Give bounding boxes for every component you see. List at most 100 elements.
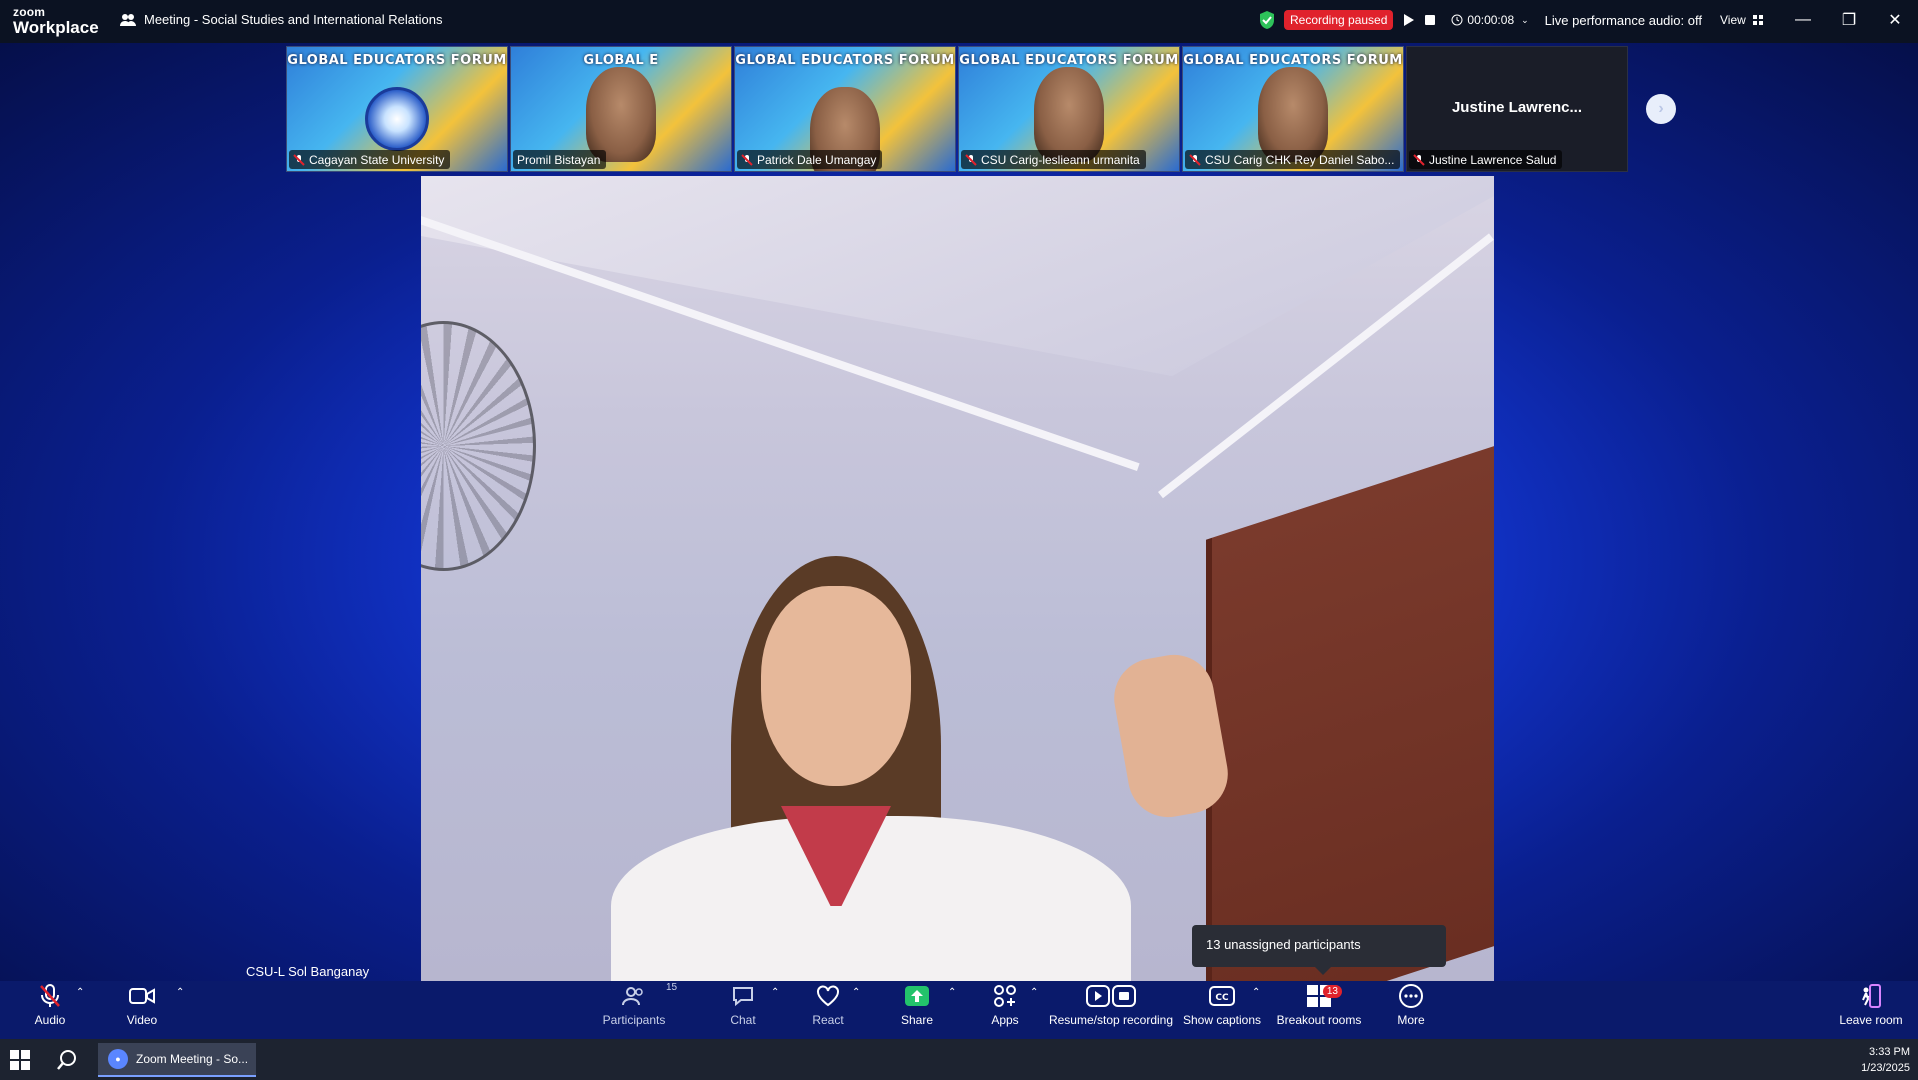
speaker-face [761, 586, 911, 786]
breakout-tooltip: 13 unassigned participants [1192, 925, 1446, 975]
people-icon [120, 13, 136, 26]
recording-controls: Recording paused 00:00:08 ⌄ Live perform… [1258, 9, 1764, 31]
participant-video [586, 67, 656, 162]
mic-off-icon [741, 153, 753, 166]
clock-time: 3:33 PM [1869, 1046, 1910, 1058]
shield-icon[interactable] [1258, 10, 1276, 30]
view-label: View [1719, 13, 1746, 27]
logo-zoom-text: zoom [13, 5, 46, 19]
tile-banner: GLOBAL E [583, 53, 659, 68]
meeting-title: Meeting - Social Studies and Internation… [120, 12, 442, 27]
taskbar-app-label: Zoom Meeting - So... [136, 1052, 249, 1066]
video-button[interactable]: Video [124, 981, 160, 1039]
clock-icon [1451, 14, 1463, 26]
tile-name-bar: Promil Bistayan [513, 150, 607, 169]
participants-count: 15 [666, 982, 678, 993]
heart-icon [817, 985, 839, 1007]
meeting-toolbar: Audio ⌃ Video ⌃ 15 Participants Chat ⌃ R… [0, 981, 1918, 1039]
tile-name-bar: Cagayan State University [289, 150, 451, 169]
main-speaker-video [421, 176, 1494, 981]
chat-caret-icon[interactable]: ⌃ [771, 987, 779, 998]
minimize-button[interactable]: — [1780, 0, 1826, 40]
search-icon[interactable] [56, 1049, 78, 1071]
participant-tile[interactable]: GLOBAL E Promil Bistayan [510, 46, 732, 172]
windows-start-icon[interactable] [10, 1050, 30, 1070]
share-caret-icon[interactable]: ⌃ [948, 987, 956, 998]
svg-text:CC: CC [1215, 993, 1229, 1003]
participant-name: Justine Lawrence Salud [1429, 152, 1557, 167]
video-camera-icon [129, 988, 155, 1004]
participants-icon [622, 987, 643, 1006]
apps-label: Apps [991, 1013, 1019, 1027]
tile-name-bar: Justine Lawrence Salud [1409, 150, 1563, 169]
share-screen-icon [905, 986, 929, 1006]
clock-date: 1/23/2025 [1861, 1062, 1910, 1074]
leave-room-button[interactable]: Leave room [1836, 981, 1906, 1039]
react-label: React [812, 1013, 844, 1027]
apps-caret-icon[interactable]: ⌃ [1030, 987, 1038, 998]
main-speaker-name: CSU-L Sol Banganay [246, 964, 370, 979]
view-button[interactable]: View [1720, 13, 1764, 27]
audio-button[interactable]: Audio [30, 981, 70, 1039]
zoom-app-icon: ● [108, 1049, 128, 1069]
tile-name-bar: CSU Carig CHK Rey Daniel Sabo... [1185, 150, 1401, 169]
participant-tile[interactable]: GLOBAL EDUCATORS FORUM CSU Carig CHK Rey… [1182, 46, 1404, 172]
close-button[interactable]: ✕ [1872, 0, 1918, 40]
breakout-rooms-button[interactable]: 13 Breakout rooms [1276, 981, 1362, 1039]
tile-banner: GLOBAL EDUCATORS FORUM [735, 53, 955, 68]
participants-button[interactable]: 15 Participants [600, 981, 677, 1039]
participant-name: Cagayan State University [309, 152, 445, 167]
participant-name-large: Justine Lawrenc... [1451, 99, 1583, 116]
captions-icon: CC [1209, 986, 1235, 1006]
restore-button[interactable]: ❐ [1826, 0, 1872, 40]
participant-name: Promil Bistayan [517, 152, 601, 167]
tile-name-bar: Patrick Dale Umangay [737, 150, 883, 169]
participant-tile[interactable]: GLOBAL EDUCATORS FORUM CSU Carig-lesliea… [958, 46, 1180, 172]
participant-tile[interactable]: GLOBAL EDUCATORS FORUM Cagayan State Uni… [286, 46, 508, 172]
react-caret-icon[interactable]: ⌃ [852, 987, 860, 998]
tile-name-bar: CSU Carig-leslieann urmanita [961, 150, 1146, 169]
leave-label: Leave room [1839, 1013, 1903, 1027]
window-controls: — ❐ ✕ [1780, 0, 1918, 40]
more-label: More [1397, 1013, 1425, 1027]
video-fan [421, 321, 536, 571]
live-audio-status[interactable]: Live performance audio: off [1545, 13, 1702, 28]
recording-timer[interactable]: 00:00:08 ⌄ [1451, 13, 1529, 27]
more-icon [1399, 984, 1423, 1008]
audio-caret-icon[interactable]: ⌃ [76, 987, 84, 998]
resume-recording-icon [1086, 985, 1136, 1007]
recording-status-badge: Recording paused [1284, 10, 1394, 30]
resume-stop-recording-button[interactable]: Resume/stop recording [1046, 981, 1176, 1039]
system-clock[interactable]: 3:33 PM 1/23/2025 [1861, 1044, 1910, 1076]
participant-tile[interactable]: GLOBAL EDUCATORS FORUM Patrick Dale Uman… [734, 46, 956, 172]
participant-video [1258, 67, 1328, 162]
taskbar-zoom-app[interactable]: ● Zoom Meeting - So... [98, 1043, 256, 1077]
participant-name: CSU Carig-leslieann urmanita [981, 152, 1140, 167]
stop-icon[interactable] [1423, 13, 1437, 27]
timer-text: 00:00:08 [1467, 13, 1515, 27]
windows-taskbar: ● Zoom Meeting - So... 3:33 PM 1/23/2025 [0, 1039, 1918, 1080]
chevron-down-icon: ⌄ [1521, 14, 1529, 25]
breakout-label: Breakout rooms [1276, 1013, 1362, 1027]
share-button[interactable]: Share [900, 981, 934, 1039]
participant-video [1034, 67, 1104, 162]
apps-button[interactable]: Apps [990, 981, 1020, 1039]
captions-label: Show captions [1182, 1013, 1262, 1027]
react-button[interactable]: React [812, 981, 844, 1039]
tile-banner: GLOBAL EDUCATORS FORUM [1183, 53, 1403, 68]
mic-off-icon [1413, 153, 1425, 166]
chat-label: Chat [730, 1013, 756, 1027]
participants-label: Participants [602, 1013, 666, 1027]
show-captions-button[interactable]: CC Show captions [1182, 981, 1262, 1039]
more-button[interactable]: More [1396, 981, 1426, 1039]
play-icon[interactable] [1401, 13, 1415, 27]
recording-label: Resume/stop recording [1048, 1013, 1174, 1027]
chat-button[interactable]: Chat [728, 981, 758, 1039]
participant-name: Patrick Dale Umangay [757, 152, 877, 167]
mic-off-icon [965, 153, 977, 166]
participant-thumbnails: GLOBAL EDUCATORS FORUM Cagayan State Uni… [286, 46, 1628, 172]
next-page-arrow-icon[interactable]: › [1646, 94, 1676, 124]
participant-tile[interactable]: Justine Lawrenc... Justine Lawrence Salu… [1406, 46, 1628, 172]
captions-caret-icon[interactable]: ⌃ [1252, 987, 1260, 998]
video-caret-icon[interactable]: ⌃ [176, 987, 184, 998]
